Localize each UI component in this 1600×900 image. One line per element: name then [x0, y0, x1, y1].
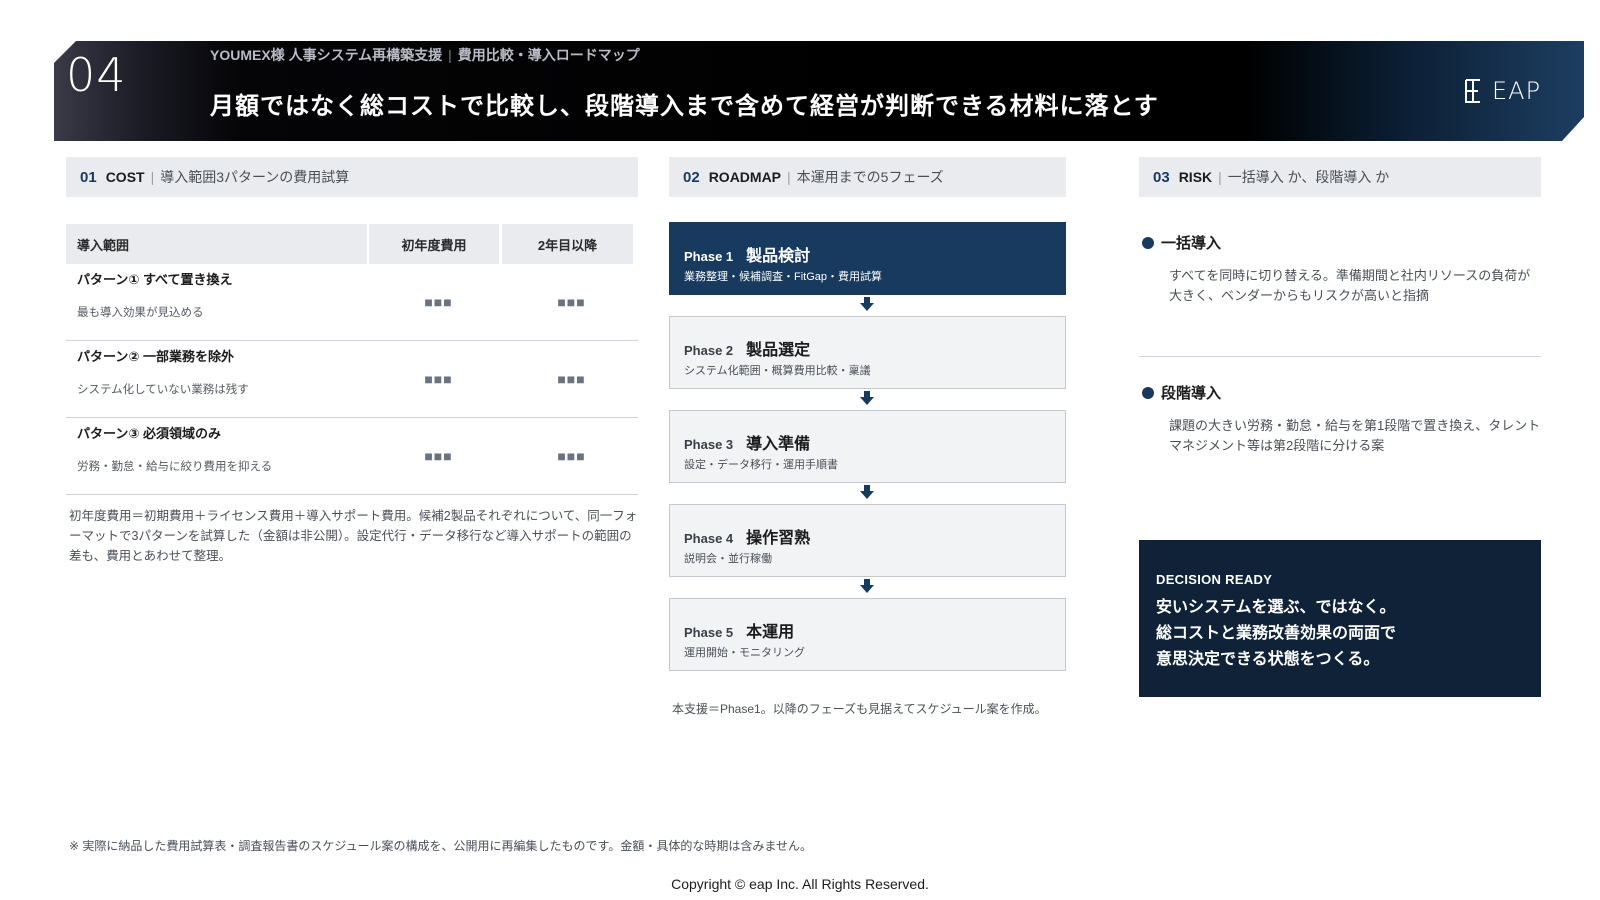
section-key: COST	[105, 169, 145, 185]
first-year-cost-masked: ■■■	[424, 294, 453, 310]
later-cost-masked: ■■■	[557, 371, 586, 387]
pattern-sub: 最も導入効果が見込める	[77, 307, 204, 319]
decision-line: 総コストと業務改善効果の両面で	[1156, 625, 1397, 642]
page-title: 月額ではなく総コストで比較し、段階導入まで含めて経営が判断できる材料に落とす	[210, 93, 1159, 120]
section-key: RISK	[1178, 169, 1213, 185]
phase-name: 操作習熟	[746, 530, 811, 547]
risk-desc: すべてを同時に切り替える。準備期間と社内リソースの負荷が大きく、ベンダーからもリ…	[1169, 268, 1531, 303]
phase-card-3: Phase 3 導入準備 設定・データ移行・運用手順書	[669, 410, 1066, 483]
risk-item-bulk: 一括導入 すべてを同時に切り替える。準備期間と社内リソースの負荷が大きく、ベンダ…	[1142, 232, 1542, 306]
slide-number: 04	[66, 48, 127, 102]
phase-name: 本運用	[746, 624, 795, 641]
section-separator: |	[150, 169, 155, 185]
decision-line: 意思決定できる状態をつくる。	[1156, 651, 1380, 668]
phase-card-4: Phase 4 操作習熟 説明会・並行稼働	[669, 504, 1066, 577]
pattern-cell: パターン② 一部業務を除外 システム化していない業務は残す	[66, 341, 372, 417]
header-subtitle-client: YOUMEX様 人事システム再構築支援	[210, 47, 443, 63]
section-head-roadmap: 02 ROADMAP | 本運用までの5フェーズ	[669, 157, 1066, 197]
section-separator: |	[787, 169, 791, 185]
footnote: ※ 実際に納品した費用試算表・調査報告書のスケジュール案の構成を、公開用に再編集…	[69, 839, 812, 853]
section-separator: |	[1218, 169, 1222, 185]
section-number: 01	[80, 168, 97, 186]
column-header-scope: 導入範囲	[66, 224, 367, 264]
risk-desc: 課題の大きい労務・勤怠・給与を第1段階で置き換え、タレントマネジメント等は第2段…	[1169, 418, 1541, 453]
phase-desc: 説明会・並行稼働	[684, 553, 772, 565]
subtitle-separator: |	[448, 47, 452, 63]
arrow-down-icon	[860, 391, 874, 405]
section-number: 03	[1153, 168, 1170, 186]
phase-name: 導入準備	[746, 436, 811, 453]
phase-desc: システム化範囲・概算費用比較・稟議	[684, 365, 871, 377]
pattern-cell: パターン① すべて置き換え 最も導入効果が見込める	[66, 264, 372, 340]
section-head-cost: 01 COST | 導入範囲3パターンの費用試算	[66, 157, 638, 197]
cost-table: 導入範囲 初年度費用 2年目以降 パターン① すべて置き換え 最も導入効果が見込…	[66, 224, 638, 495]
header-subtitle-topic: 費用比較・導入ロードマップ	[457, 47, 640, 63]
phase-desc: 運用開始・モニタリング	[684, 647, 805, 659]
phase-label: Phase 3	[684, 437, 734, 452]
arrow-down-icon	[860, 579, 874, 593]
pattern-sub: 労務・勤怠・給与に絞り費用を抑える	[77, 461, 273, 473]
pattern-cell: パターン③ 必須領域のみ 労務・勤怠・給与に絞り費用を抑える	[66, 418, 372, 494]
phase-desc: 業務整理・候補調査・FitGap・費用試算	[684, 271, 883, 283]
eap-logo-icon	[1465, 79, 1480, 103]
risk-title: 段階導入	[1161, 385, 1222, 402]
roadmap-note: 本支援＝Phase1。以降のフェーズも見据えてスケジュール案を作成。	[672, 702, 1047, 716]
risk-item-phased: 段階導入 課題の大きい労務・勤怠・給与を第1段階で置き換え、タレントマネジメント…	[1142, 382, 1542, 456]
column-header-later-years: 2年目以降	[502, 224, 633, 264]
eap-logo: EAP	[1460, 76, 1542, 106]
section-key: ROADMAP	[708, 169, 782, 185]
risk-title: 一括導入	[1161, 235, 1222, 252]
phase-name: 製品選定	[746, 342, 811, 359]
phase-label: Phase 2	[684, 343, 734, 358]
table-header-row: 導入範囲 初年度費用 2年目以降	[66, 224, 638, 264]
decision-heading: DECISION READY	[1156, 572, 1273, 587]
phase-label: Phase 5	[684, 625, 734, 640]
first-year-cost-masked: ■■■	[424, 448, 453, 464]
table-row: パターン③ 必須領域のみ 労務・勤怠・給与に絞り費用を抑える ■■■ ■■■	[66, 418, 638, 495]
table-row: パターン① すべて置き換え 最も導入効果が見込める ■■■ ■■■	[66, 264, 638, 341]
section-desc: 一括導入 か、段階導入 か	[1227, 169, 1390, 185]
section-head-risk: 03 RISK | 一括導入 か、段階導入 か	[1139, 157, 1541, 197]
arrow-down-icon	[860, 297, 874, 311]
phase-card-2: Phase 2 製品選定 システム化範囲・概算費用比較・稟議	[669, 316, 1066, 389]
pattern-sub: システム化していない業務は残す	[77, 384, 249, 396]
header-subtitle: YOUMEX様 人事システム再構築支援 | 費用比較・導入ロードマップ	[210, 45, 640, 65]
pattern-title: パターン② 一部業務を除外	[77, 349, 234, 364]
phase-card-5: Phase 5 本運用 運用開始・モニタリング	[669, 598, 1066, 671]
risk-divider	[1139, 356, 1541, 357]
phase-label: Phase 4	[684, 531, 734, 546]
later-cost-masked: ■■■	[557, 294, 586, 310]
first-year-cost-masked: ■■■	[424, 371, 453, 387]
phase-desc: 設定・データ移行・運用手順書	[684, 459, 838, 471]
phase-card-1: Phase 1 製品検討 業務整理・候補調査・FitGap・費用試算	[669, 222, 1066, 295]
section-number: 02	[683, 168, 700, 186]
pattern-title: パターン③ 必須領域のみ	[77, 426, 221, 441]
phase-label: Phase 1	[684, 249, 734, 264]
later-cost-masked: ■■■	[557, 448, 586, 464]
logo-text: EAP	[1492, 77, 1542, 105]
bullet-dot-icon	[1142, 386, 1154, 399]
copyright: Copyright © eap Inc. All Rights Reserved…	[671, 876, 929, 892]
pattern-title: パターン① すべて置き換え	[77, 272, 233, 287]
section-desc: 本運用までの5フェーズ	[796, 169, 944, 185]
decision-ready-box: DECISION READY 安いシステムを選ぶ、ではなく。 総コストと業務改善…	[1139, 540, 1541, 697]
section-desc: 導入範囲3パターンの費用試算	[160, 169, 350, 185]
column-header-first-year: 初年度費用	[369, 224, 499, 264]
phase-name: 製品検討	[746, 248, 811, 265]
cost-note: 初年度費用＝初期費用＋ライセンス費用＋導入サポート費用。候補2製品それぞれについ…	[69, 509, 638, 563]
bullet-dot-icon	[1142, 236, 1154, 249]
table-row: パターン② 一部業務を除外 システム化していない業務は残す ■■■ ■■■	[66, 341, 638, 418]
decision-line: 安いシステムを選ぶ、ではなく。	[1156, 599, 1396, 616]
arrow-down-icon	[860, 485, 874, 499]
